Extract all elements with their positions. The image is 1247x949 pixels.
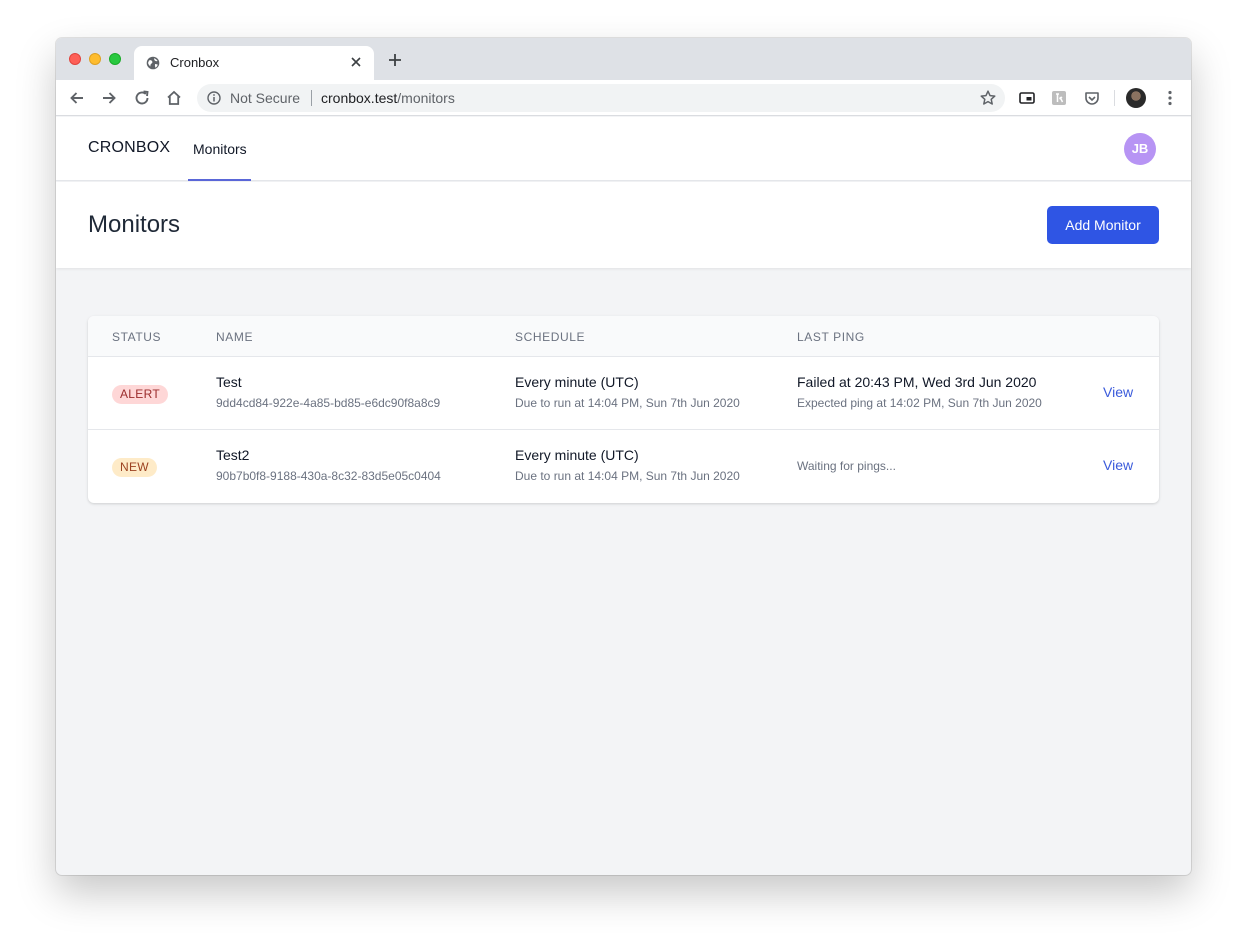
url-path: /monitors (397, 90, 455, 106)
user-avatar[interactable]: JB (1124, 133, 1156, 165)
monitor-id: 90b7b0f8-9188-430a-8c32-83d5e05c0404 (216, 469, 441, 483)
reload-icon[interactable] (133, 89, 151, 107)
column-header-schedule: SCHEDULE (515, 330, 586, 344)
extension-icon[interactable] (1050, 89, 1068, 107)
monitor-expected-ping: Expected ping at 14:02 PM, Sun 7th Jun 2… (797, 396, 1042, 410)
status-badge: ALERT (112, 385, 168, 404)
browser-toolbar: Not Secure cronbox.test/monitors (56, 80, 1191, 116)
address-bar[interactable]: Not Secure cronbox.test/monitors (197, 84, 1005, 112)
monitor-schedule: Every minute (UTC) (515, 374, 639, 390)
table-header: STATUS NAME SCHEDULE LAST PING (88, 316, 1159, 357)
brand-logo[interactable]: CRONBOX (88, 139, 170, 157)
monitor-schedule: Every minute (UTC) (515, 447, 639, 463)
security-label: Not Secure (230, 90, 301, 106)
browser-window: Cronbox Not Secure cronbox.test/monitors… (56, 38, 1191, 875)
monitor-last-ping: Failed at 20:43 PM, Wed 3rd Jun 2020 (797, 374, 1037, 390)
picture-in-picture-icon[interactable] (1018, 89, 1036, 107)
bookmark-star-icon[interactable] (979, 89, 997, 107)
url-text: cronbox.test/monitors (321, 90, 455, 106)
column-header-last-ping: LAST PING (797, 330, 865, 344)
page-title: Monitors (88, 211, 181, 238)
monitors-table: STATUS NAME SCHEDULE LAST PING ALERT Tes… (88, 316, 1159, 503)
monitor-id: 9dd4cd84-922e-4a85-bd85-e6dc90f8a8c9 (216, 396, 441, 410)
tab-title: Cronbox (170, 55, 220, 70)
monitor-name: Test (216, 374, 242, 390)
globe-icon (146, 56, 160, 70)
browser-tab[interactable]: Cronbox (134, 46, 374, 80)
address-divider (311, 90, 312, 106)
browser-profile-avatar[interactable] (1126, 88, 1146, 108)
new-tab-icon[interactable] (387, 52, 403, 68)
column-header-name: NAME (216, 330, 254, 344)
page-header: Monitors Add Monitor (56, 182, 1191, 268)
info-icon[interactable] (207, 91, 221, 105)
pocket-icon[interactable] (1083, 89, 1101, 107)
view-link[interactable]: View (1103, 384, 1133, 400)
app-navbar: CRONBOX Monitors JB (56, 117, 1191, 181)
url-host: cronbox.test (321, 90, 398, 106)
maximize-window-button[interactable] (109, 53, 121, 65)
nav-link-monitors[interactable]: Monitors (188, 117, 251, 181)
minimize-window-button[interactable] (89, 53, 101, 65)
status-badge: NEW (112, 458, 157, 477)
home-icon[interactable] (165, 89, 183, 107)
add-monitor-button[interactable]: Add Monitor (1047, 206, 1159, 244)
more-menu-icon[interactable] (1162, 89, 1178, 107)
nav-link-label: Monitors (193, 141, 247, 157)
close-tab-icon[interactable] (348, 54, 364, 70)
monitor-name: Test2 (216, 447, 250, 463)
column-header-status: STATUS (112, 330, 162, 344)
back-arrow-icon[interactable] (68, 89, 86, 107)
monitor-last-ping: Waiting for pings... (797, 459, 896, 473)
table-row: NEW Test2 90b7b0f8-9188-430a-8c32-83d5e0… (88, 430, 1159, 503)
monitor-next-run: Due to run at 14:04 PM, Sun 7th Jun 2020 (515, 469, 740, 483)
monitor-next-run: Due to run at 14:04 PM, Sun 7th Jun 2020 (515, 396, 740, 410)
view-link[interactable]: View (1103, 457, 1133, 473)
tab-strip: Cronbox (56, 38, 1191, 80)
forward-arrow-icon[interactable] (100, 89, 118, 107)
table-row: ALERT Test 9dd4cd84-922e-4a85-bd85-e6dc9… (88, 357, 1159, 430)
close-window-button[interactable] (69, 53, 81, 65)
toolbar-divider (1114, 90, 1115, 106)
